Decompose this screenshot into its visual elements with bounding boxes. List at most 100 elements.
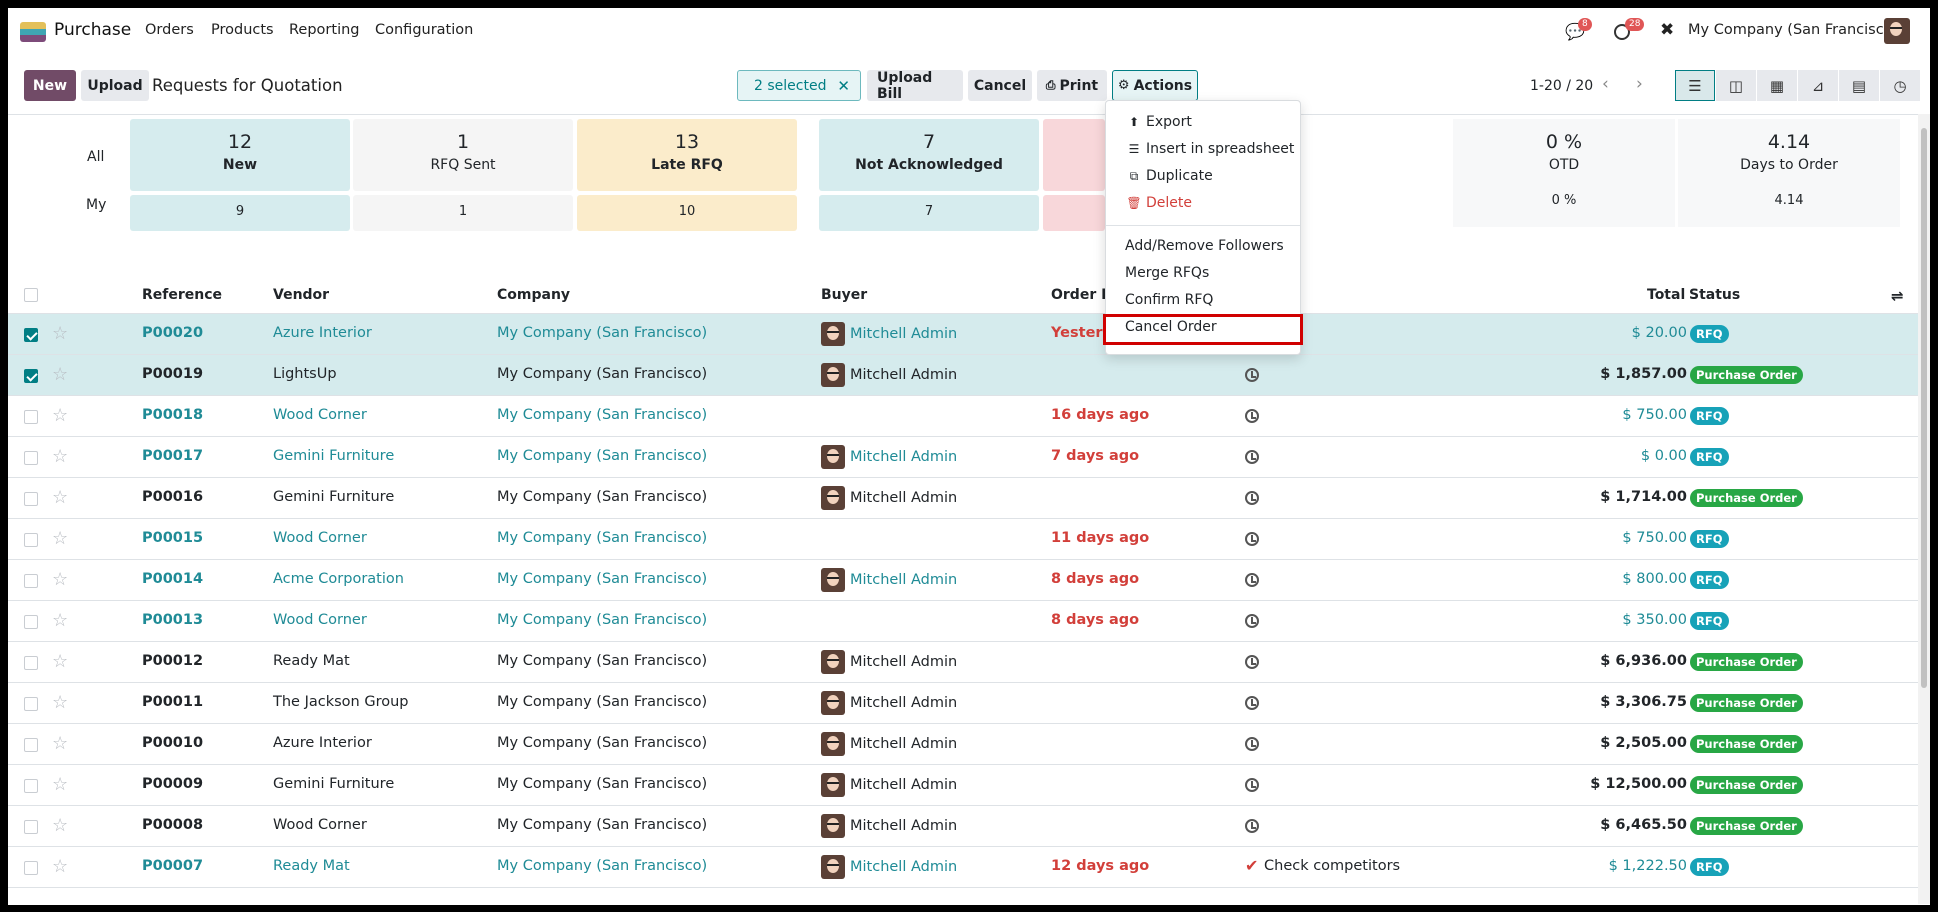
row-reference[interactable]: P00010 bbox=[142, 735, 203, 751]
row-vendor[interactable]: Wood Corner bbox=[273, 407, 367, 423]
row-reference[interactable]: P00020 bbox=[142, 325, 203, 341]
row-company[interactable]: My Company (San Francisco) bbox=[497, 858, 707, 874]
tile-rfq-sent[interactable]: 1 RFQ Sent bbox=[353, 119, 573, 191]
table-row[interactable]: ☆ P00008 Wood Corner My Company (San Franci… bbox=[8, 806, 1918, 847]
kanban-view-icon[interactable]: ◫ bbox=[1716, 70, 1756, 101]
tile-late-partial[interactable] bbox=[1043, 119, 1105, 191]
table-row[interactable]: ☆ P00017 Gemini Furniture My Company (San F… bbox=[8, 437, 1918, 478]
activity-clock-icon[interactable] bbox=[1245, 696, 1259, 710]
col-reference[interactable]: Reference bbox=[142, 287, 222, 303]
row-vendor[interactable]: Wood Corner bbox=[273, 612, 367, 628]
scrollbar[interactable] bbox=[1918, 114, 1930, 904]
scrollbar-thumb[interactable] bbox=[1921, 128, 1927, 688]
row-company[interactable]: My Company (San Francisco) bbox=[497, 571, 707, 587]
activity-clock-icon[interactable] bbox=[1245, 450, 1259, 464]
row-company[interactable]: My Company (San Francisco) bbox=[497, 530, 707, 546]
activity-clock-icon[interactable] bbox=[1245, 778, 1259, 792]
row-vendor[interactable]: Wood Corner bbox=[273, 817, 367, 833]
tile-late-rfq[interactable]: 13 Late RFQ bbox=[577, 119, 797, 191]
purchase-app-logo-icon[interactable] bbox=[20, 22, 46, 42]
row-buyer[interactable]: Mitchell Admin bbox=[850, 777, 957, 793]
col-vendor[interactable]: Vendor bbox=[273, 287, 329, 303]
table-row[interactable]: ☆ P00019 LightsUp My Company (San Francisco… bbox=[8, 355, 1918, 396]
row-reference[interactable]: P00013 bbox=[142, 612, 203, 628]
row-vendor[interactable]: Ready Mat bbox=[273, 653, 350, 669]
star-icon[interactable]: ☆ bbox=[52, 774, 68, 795]
row-buyer[interactable]: Mitchell Admin bbox=[850, 695, 957, 711]
star-icon[interactable]: ☆ bbox=[52, 405, 68, 426]
row-reference[interactable]: P00007 bbox=[142, 858, 203, 874]
activity-clock-icon[interactable] bbox=[1245, 614, 1259, 628]
star-icon[interactable]: ☆ bbox=[52, 487, 68, 508]
table-row[interactable]: ☆ P00016 Gemini Furniture My Company (San F… bbox=[8, 478, 1918, 519]
row-checkbox[interactable] bbox=[24, 574, 38, 588]
menu-merge-rfqs[interactable]: Merge RFQs bbox=[1125, 265, 1209, 281]
row-vendor[interactable]: Acme Corporation bbox=[273, 571, 404, 587]
table-row[interactable]: ☆ P00009 Gemini Furniture My Company (San F… bbox=[8, 765, 1918, 806]
star-icon[interactable]: ☆ bbox=[52, 692, 68, 713]
col-total[interactable]: Total bbox=[1647, 287, 1685, 303]
table-row[interactable]: ☆ P00012 Ready Mat My Company (San Francisc… bbox=[8, 642, 1918, 683]
pager-previous-icon[interactable]: ‹ bbox=[1602, 74, 1609, 94]
activity-clock-icon[interactable] bbox=[1245, 409, 1259, 423]
new-button[interactable]: New bbox=[24, 70, 76, 101]
row-vendor[interactable]: Azure Interior bbox=[273, 325, 372, 341]
actions-button[interactable]: ⚙ Actions bbox=[1112, 70, 1198, 101]
row-vendor[interactable]: Gemini Furniture bbox=[273, 489, 394, 505]
row-company[interactable]: My Company (San Francisco) bbox=[497, 612, 707, 628]
row-company[interactable]: My Company (San Francisco) bbox=[497, 735, 707, 751]
list-view-icon[interactable]: ☰ bbox=[1675, 70, 1715, 101]
row-reference[interactable]: P00011 bbox=[142, 694, 203, 710]
menu-products[interactable]: Products bbox=[211, 22, 274, 38]
row-company[interactable]: My Company (San Francisco) bbox=[497, 407, 707, 423]
row-reference[interactable]: P00014 bbox=[142, 571, 203, 587]
row-company[interactable]: My Company (San Francisco) bbox=[497, 776, 707, 792]
activity-clock-icon[interactable] bbox=[1245, 819, 1259, 833]
row-buyer[interactable]: Mitchell Admin bbox=[850, 449, 957, 465]
row-company[interactable]: My Company (San Francisco) bbox=[497, 448, 707, 464]
star-icon[interactable]: ☆ bbox=[52, 815, 68, 836]
row-vendor[interactable]: The Jackson Group bbox=[273, 694, 408, 710]
activity-clock-icon[interactable] bbox=[1245, 532, 1259, 546]
company-switcher[interactable]: My Company (San Francisco) bbox=[1688, 22, 1898, 38]
menu-cancel-order[interactable]: Cancel Order bbox=[1125, 319, 1217, 335]
row-checkbox[interactable] bbox=[24, 410, 38, 424]
row-checkbox[interactable] bbox=[24, 779, 38, 793]
star-icon[interactable]: ☆ bbox=[52, 528, 68, 549]
pivot-view-icon[interactable]: ▦ bbox=[1757, 70, 1797, 101]
row-vendor[interactable]: Gemini Furniture bbox=[273, 776, 394, 792]
app-name[interactable]: Purchase bbox=[54, 20, 131, 40]
calendar-view-icon[interactable]: ▤ bbox=[1839, 70, 1879, 101]
row-checkbox[interactable] bbox=[24, 533, 38, 547]
star-icon[interactable]: ☆ bbox=[52, 733, 68, 754]
optional-columns-icon[interactable]: ⇌ bbox=[1891, 287, 1904, 305]
row-company[interactable]: My Company (San Francisco) bbox=[497, 366, 707, 382]
row-checkbox[interactable] bbox=[24, 656, 38, 670]
select-all-checkbox[interactable] bbox=[24, 288, 38, 302]
menu-insert-spreadsheet[interactable]: ☰ Insert in spreadsheet bbox=[1126, 141, 1295, 157]
row-reference[interactable]: P00015 bbox=[142, 530, 203, 546]
tile-late-rfq-my[interactable]: 10 bbox=[577, 195, 797, 231]
row-checkbox[interactable] bbox=[24, 451, 38, 465]
row-buyer[interactable]: Mitchell Admin bbox=[850, 818, 957, 834]
row-checkbox[interactable] bbox=[24, 492, 38, 506]
row-reference[interactable]: P00018 bbox=[142, 407, 203, 423]
table-row[interactable]: ☆ P00020 Azure Interior My Company (San Fra… bbox=[8, 314, 1918, 355]
menu-delete[interactable]: 🗑 Delete bbox=[1126, 195, 1192, 211]
row-reference[interactable]: P00017 bbox=[142, 448, 203, 464]
row-buyer[interactable]: Mitchell Admin bbox=[850, 736, 957, 752]
row-checkbox[interactable] bbox=[24, 369, 38, 383]
upload-button[interactable]: Upload bbox=[81, 70, 149, 101]
row-checkbox[interactable] bbox=[24, 697, 38, 711]
row-vendor[interactable]: Gemini Furniture bbox=[273, 448, 394, 464]
row-buyer[interactable]: Mitchell Admin bbox=[850, 572, 957, 588]
star-icon[interactable]: ☆ bbox=[52, 856, 68, 877]
activity-clock-icon[interactable] bbox=[1245, 368, 1259, 382]
activity-clock-icon[interactable] bbox=[1245, 491, 1259, 505]
row-buyer[interactable]: Mitchell Admin bbox=[850, 326, 957, 342]
row-vendor[interactable]: Azure Interior bbox=[273, 735, 372, 751]
activity-view-icon[interactable]: ◷ bbox=[1880, 70, 1920, 101]
row-vendor[interactable]: Wood Corner bbox=[273, 530, 367, 546]
tile-not-acknowledged[interactable]: 7 Not Acknowledged bbox=[819, 119, 1039, 191]
cancel-button[interactable]: Cancel bbox=[968, 70, 1032, 101]
